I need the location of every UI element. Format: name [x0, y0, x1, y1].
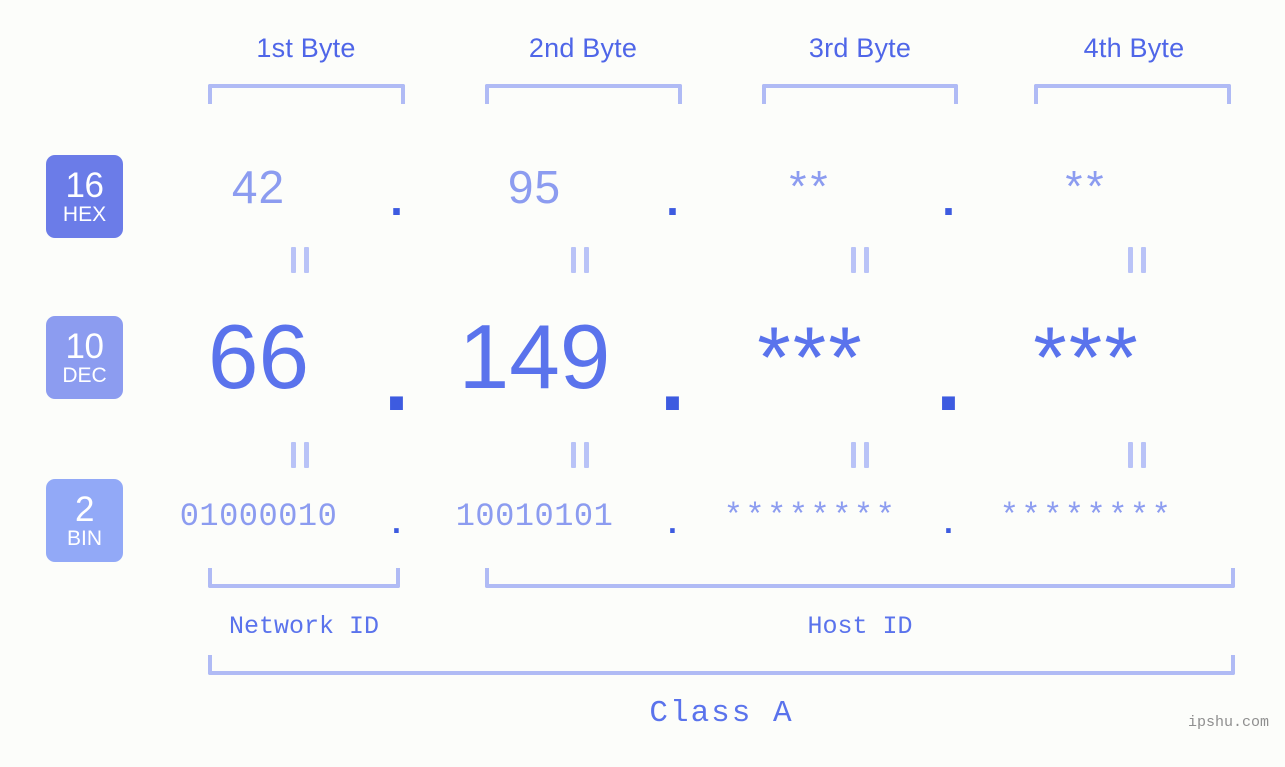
base-badge-bin: 2 BIN: [46, 479, 123, 562]
base-badge-dec-name: DEC: [62, 364, 107, 387]
equals-mark-hex-dec-1: [291, 247, 309, 273]
host-id-bracket: [485, 568, 1235, 588]
byte-header-label-4: 4th Byte: [1083, 33, 1185, 63]
byte-bracket-4: [1034, 84, 1231, 104]
watermark: ipshu.com: [1187, 714, 1269, 731]
dec-byte-3: ***: [757, 309, 864, 406]
bin-byte-1: 01000010: [179, 497, 338, 535]
byte-header-label-1: 1st Byte: [256, 33, 356, 63]
equals-mark-dec-bin-2: [571, 442, 589, 468]
hex-separator-2: .: [666, 173, 679, 225]
host-id-label: Host ID: [807, 612, 913, 641]
bin-byte-3: ********: [723, 497, 898, 535]
dec-separator-3: .: [935, 329, 962, 430]
equals-mark-hex-dec-4: [1128, 247, 1146, 273]
bin-byte-2: 10010101: [455, 497, 614, 535]
network-id-bracket: [208, 568, 400, 588]
base-badge-dec: 10 DEC: [46, 316, 123, 399]
dec-separator-2: .: [659, 329, 686, 430]
hex-byte-1: 42: [231, 161, 286, 213]
byte-header-label-2: 2nd Byte: [528, 33, 638, 63]
equals-mark-dec-bin-1: [291, 442, 309, 468]
byte-bracket-3: [762, 84, 958, 104]
dec-value-row: 66 . 149 . *** . ***: [160, 300, 1285, 430]
bin-separator-2: .: [668, 503, 677, 540]
equals-mark-dec-bin-4: [1128, 442, 1146, 468]
bin-separator-1: .: [392, 503, 401, 540]
base-badge-dec-radix: 10: [65, 327, 104, 366]
ip-address-breakdown-diagram: 1st Byte 2nd Byte 3rd Byte 4th Byte 16 H…: [0, 0, 1285, 767]
byte-bracket-2: [485, 84, 682, 104]
dec-byte-1: 66: [207, 307, 310, 408]
hex-separator-1: .: [390, 173, 403, 225]
equals-mark-dec-bin-3: [851, 442, 869, 468]
dec-separator-1: .: [383, 329, 410, 430]
base-badge-hex: 16 HEX: [46, 155, 123, 238]
base-badge-bin-radix: 2: [75, 490, 94, 529]
dec-byte-2: 149: [458, 307, 611, 408]
bin-byte-4: ********: [999, 497, 1174, 535]
base-badge-hex-name: HEX: [62, 203, 107, 226]
equals-mark-hex-dec-3: [851, 247, 869, 273]
base-badge-hex-radix: 16: [65, 166, 104, 205]
class-bracket: [208, 655, 1235, 675]
bin-value-row: 01000010 . 10010101 . ******** . *******…: [160, 492, 1285, 540]
bin-separator-3: .: [944, 503, 953, 540]
dec-byte-4: ***: [1033, 309, 1140, 406]
hex-byte-3: **: [789, 162, 832, 211]
byte-bracket-1: [208, 84, 405, 104]
network-id-label: Network ID: [228, 612, 380, 641]
hex-separator-3: .: [942, 173, 955, 225]
class-label: Class A: [649, 696, 794, 731]
byte-header-label-3: 3rd Byte: [808, 33, 912, 63]
base-badge-bin-name: BIN: [66, 527, 102, 550]
hex-byte-4: **: [1065, 162, 1108, 211]
hex-value-row: 42 . 95 . ** . **: [160, 152, 1285, 225]
hex-byte-2: 95: [507, 161, 562, 213]
equals-mark-hex-dec-2: [571, 247, 589, 273]
